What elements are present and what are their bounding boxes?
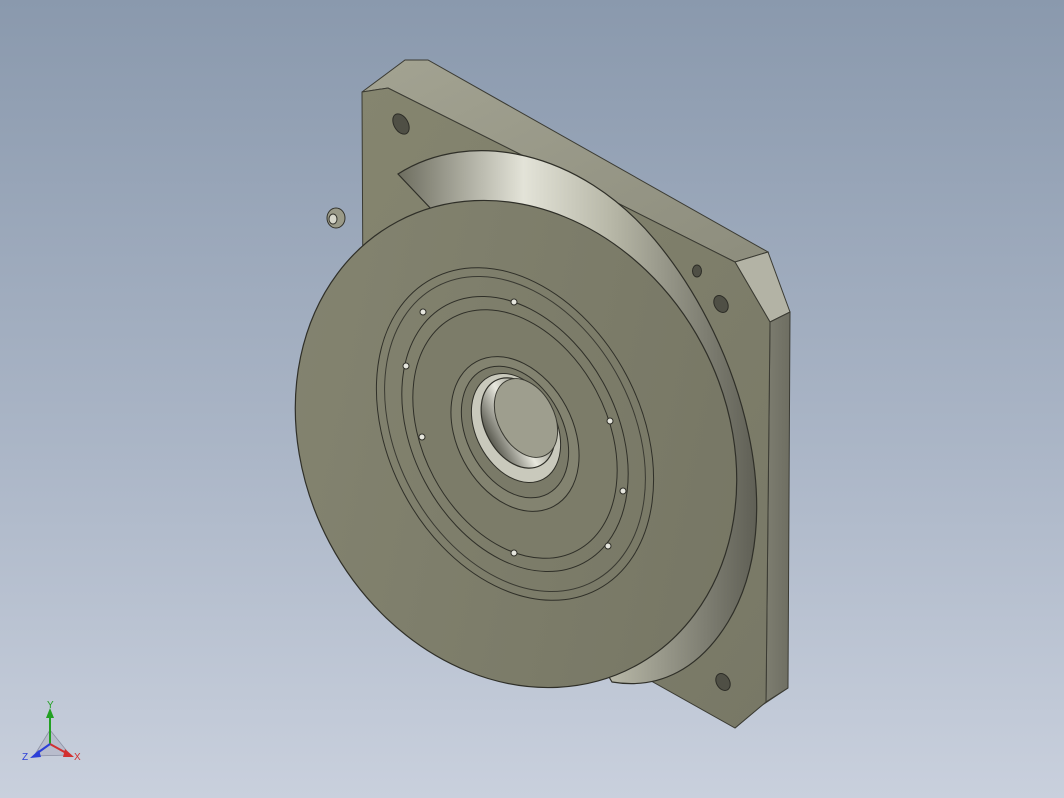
bolt-hole[interactable] — [606, 417, 614, 425]
orientation-triad[interactable]: Y X Z — [16, 700, 96, 780]
bolt-hole[interactable] — [418, 433, 426, 441]
bolt-hole[interactable] — [419, 308, 427, 316]
x-axis-label: X — [74, 752, 81, 763]
bolt-hole[interactable] — [510, 298, 518, 306]
flange-mount-model[interactable] — [0, 0, 1064, 798]
bolt-hole[interactable] — [510, 549, 518, 557]
cad-viewport[interactable]: Y X Z — [0, 0, 1064, 798]
bolt-hole[interactable] — [604, 542, 612, 550]
z-axis-label: Z — [22, 752, 28, 763]
y-axis-label: Y — [47, 700, 54, 711]
side-fitting[interactable] — [326, 207, 346, 229]
bolt-hole[interactable] — [402, 362, 410, 370]
mounting-hole-top-right-small[interactable] — [692, 264, 702, 278]
bolt-hole[interactable] — [619, 487, 627, 495]
